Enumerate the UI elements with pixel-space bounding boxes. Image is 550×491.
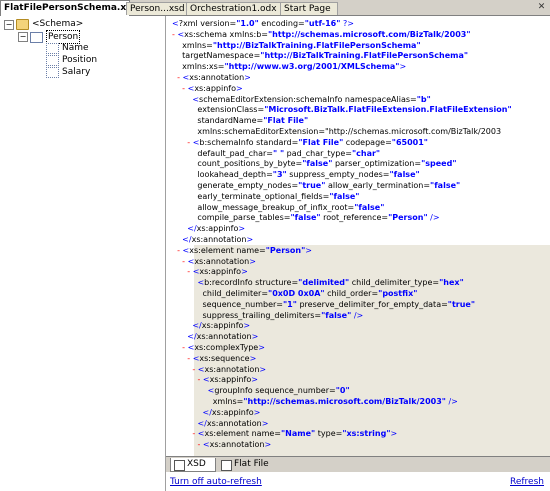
xml-line: default_pad_char=" " pad_char_type="char… (172, 148, 381, 158)
xml-line: allow_message_breakup_of_infix_root="fal… (172, 202, 385, 212)
xml-line: - <xs:element name="Name" type="xs:strin… (192, 429, 398, 439)
xml-line: </xs:annotation> (182, 235, 254, 244)
xml-line: <groupInfo sequence_number="0" (207, 386, 350, 396)
xml-line: xmlns:xs="http://www.w3.org/2001/XMLSche… (172, 62, 407, 72)
flat-file-icon (221, 460, 232, 471)
xml-line: </xs:appinfo> (202, 407, 261, 417)
tree-node-position[interactable]: Position (46, 54, 97, 66)
field-element-icon (46, 42, 59, 54)
tab-label: XSD (187, 459, 206, 469)
xml-line: extensionClass="Microsoft.BizTalk.FlatFi… (172, 105, 512, 115)
xml-line: - <xs:annotation> (197, 440, 272, 450)
xml-line: xmlns="http://BizTalkTraining.FlatFilePe… (172, 40, 421, 50)
xml-line: - <xs:annotation> (182, 256, 256, 266)
tab-start-page[interactable]: Start Page (280, 2, 338, 15)
close-icon[interactable]: ✕ (536, 2, 547, 12)
tab-orchestration[interactable]: Orchestration1.odx (186, 2, 284, 15)
xml-line: xmlns:schemaEditorExtension="http://sche… (172, 127, 502, 136)
xml-line: - <xs:schema xmlns:b="http://schemas.mic… (172, 29, 471, 39)
collapse-person-icon[interactable]: − (18, 32, 28, 42)
xsd-icon (174, 460, 185, 471)
tree-node-name[interactable]: Name (46, 42, 89, 54)
xml-line: xmlns="http://schemas.microsoft.com/BizT… (172, 397, 458, 406)
xml-line: early_terminate_optional_fields="false" (172, 191, 360, 201)
tab-xsd[interactable]: XSD (170, 458, 216, 472)
xml-line: - <xs:appinfo> (182, 83, 243, 93)
field-element-icon (46, 66, 59, 78)
xml-line: - <xs:appinfo> (187, 267, 248, 277)
xml-line: count_positions_by_byte="false" parser_o… (172, 159, 457, 169)
xml-line: generate_empty_nodes="true" allow_early_… (172, 181, 461, 190)
record-icon (30, 31, 43, 43)
xml-line: <?xml version="1.0" encoding="utf-16" ?> (172, 19, 354, 28)
collapse-root-icon[interactable]: − (4, 20, 14, 30)
xml-line: </xs:annotation> (197, 418, 269, 428)
tab-label: FlatFilePersonSchema.xsd* (4, 3, 130, 13)
xml-line: - <xs:element name="Person"> (177, 245, 312, 255)
xml-line: <schemaEditorExtension:schemaInfo namesp… (192, 94, 431, 104)
tab-label: Person...xsd (130, 4, 185, 14)
tree-node-salary[interactable]: Salary (46, 66, 90, 78)
tab-label: Flat File (234, 459, 269, 469)
status-bar: Turn off auto-refresh Refresh (166, 472, 550, 491)
xml-line: suppress_trailing_delimiters="false" /> (172, 310, 364, 320)
xml-line: </xs:appinfo> (192, 321, 251, 331)
tab-label: Start Page (284, 4, 331, 14)
xml-line: </xs:annotation> (187, 332, 259, 342)
tree-node-label: <Schema> (32, 19, 84, 29)
xml-line: - <xs:annotation> (177, 73, 251, 82)
field-element-icon (46, 54, 59, 66)
refresh-link[interactable]: Refresh (510, 477, 544, 487)
tree-node-schema[interactable]: <Schema> (16, 18, 83, 30)
turn-off-auto-refresh-link[interactable]: Turn off auto-refresh (170, 477, 262, 487)
xml-line: standardName="Flat File" (172, 116, 309, 126)
xml-line: targetNamespace="http://BizTalkTraining.… (172, 51, 469, 61)
schema-tree: − <Schema> − Person Name Position Salary (0, 16, 166, 491)
document-tab-strip: FlatFilePersonSchema.xsd* Person...xsd O… (0, 0, 550, 16)
folder-icon (16, 18, 29, 30)
xml-view[interactable]: <?xml version="1.0" encoding="utf-16" ?>… (166, 16, 550, 456)
tree-node-person[interactable]: Person (30, 30, 81, 44)
xml-line: - <xs:appinfo> (197, 375, 258, 385)
xml-line: - <b:schemaInfo standard="Flat File" cod… (187, 137, 428, 147)
xml-line: lookahead_depth="3" suppress_empty_nodes… (172, 170, 420, 180)
tab-person-xsd[interactable]: Person...xsd (126, 2, 190, 15)
view-tab-strip: XSD Flat File (166, 456, 550, 473)
xml-line: - <xs:sequence> (187, 353, 257, 363)
tree-node-label: Position (62, 55, 98, 65)
xml-line: compile_parse_tables="false" root_refere… (172, 213, 440, 223)
xml-line: </xs:appinfo> (187, 224, 246, 234)
tree-node-label: Name (62, 43, 89, 53)
xml-line: child_delimiter="0x0D 0x0A" child_order=… (172, 289, 418, 298)
xml-line: <b:recordInfo structure="delimited" chil… (197, 278, 464, 288)
xml-line: - <xs:annotation> (192, 364, 267, 374)
xml-line: sequence_number="1" preserve_delimiter_f… (172, 299, 476, 309)
tree-node-label: Salary (62, 67, 91, 77)
tab-label: Orchestration1.odx (190, 4, 277, 14)
tab-flat-file[interactable]: Flat File (218, 458, 282, 471)
xml-line: - <xs:complexType> (182, 343, 265, 352)
tab-flatfilepersonschema[interactable]: FlatFilePersonSchema.xsd* (0, 0, 130, 16)
